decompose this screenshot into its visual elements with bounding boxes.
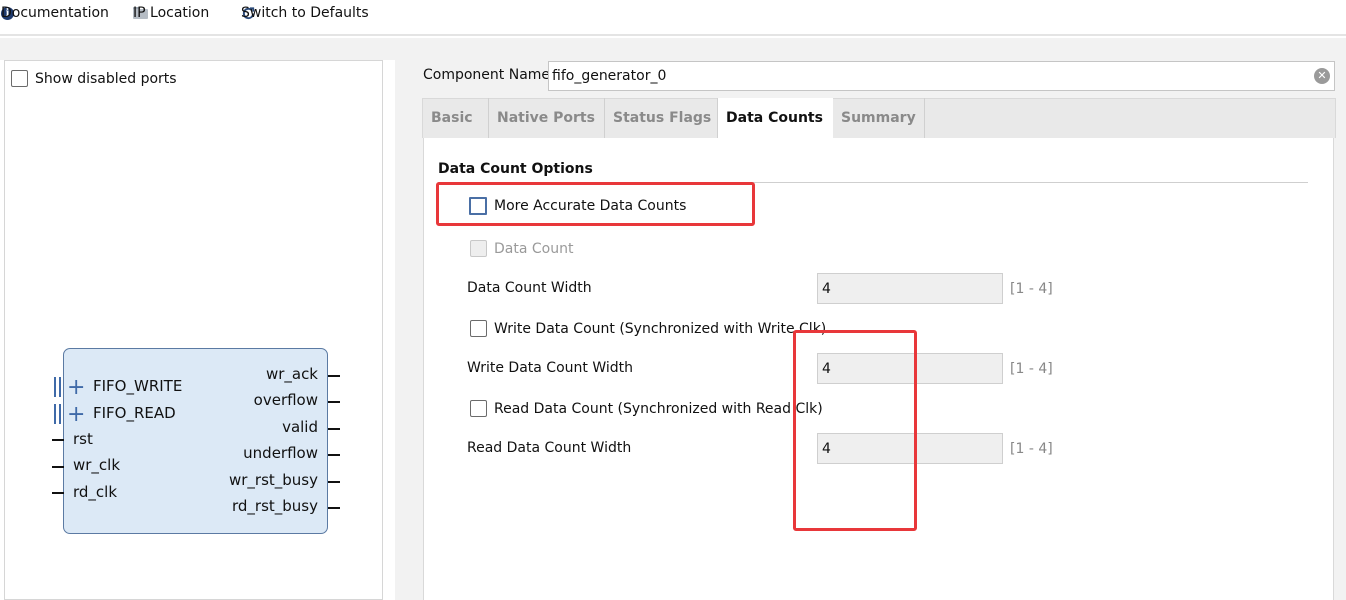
fifo-read-bus-icon: [54, 404, 61, 424]
component-name-input[interactable]: [548, 61, 1335, 91]
port-stub: [52, 466, 64, 468]
read-data-count-option[interactable]: Read Data Count (Synchronized with Read …: [470, 400, 823, 417]
port-stub: [328, 428, 340, 430]
write-data-count-label: Write Data Count (Synchronized with Writ…: [494, 320, 827, 337]
fifo-write-bus-icon: [54, 377, 61, 397]
port-stub: [328, 507, 340, 509]
port-fifo-write: FIFO_WRITE: [93, 377, 183, 395]
show-disabled-ports-option[interactable]: Show disabled ports: [11, 70, 177, 87]
tab-summary[interactable]: Summary: [833, 98, 925, 138]
port-rst: rst: [73, 430, 93, 448]
port-stub: [328, 375, 340, 377]
port-stub: [52, 439, 64, 441]
write-data-count-option[interactable]: Write Data Count (Synchronized with Writ…: [470, 320, 826, 337]
documentation-button[interactable]: i Documentation: [1, 3, 109, 23]
data-count-option: Data Count: [470, 240, 573, 257]
show-disabled-ports-label: Show disabled ports: [35, 70, 177, 87]
ip-location-label: IP Location: [133, 5, 210, 21]
show-disabled-ports-checkbox[interactable]: [11, 70, 28, 87]
data-count-width-field[interactable]: 4: [817, 273, 1003, 304]
tab-basic[interactable]: Basic: [423, 98, 489, 138]
tab-status-flags[interactable]: Status Flags: [605, 98, 718, 138]
tab-native-ports[interactable]: Native Ports: [489, 98, 605, 138]
read-data-count-label: Read Data Count (Synchronized with Read …: [494, 400, 823, 417]
tab-data-counts[interactable]: Data Counts: [718, 98, 833, 138]
read-data-count-width-field[interactable]: 4: [817, 433, 1003, 464]
write-data-count-width-label: Write Data Count Width: [467, 360, 633, 376]
component-name-label: Component Name: [423, 67, 551, 83]
port-stub: [52, 492, 64, 494]
expand-fifo-read-icon[interactable]: +: [67, 404, 85, 426]
data-count-checkbox: [470, 240, 487, 257]
switch-to-defaults-button[interactable]: Switch to Defaults: [241, 3, 369, 23]
port-stub: [328, 401, 340, 403]
read-data-count-checkbox[interactable]: [470, 400, 487, 417]
write-data-count-width-range: [1 - 4]: [1010, 361, 1053, 377]
ip-location-button[interactable]: IP Location: [133, 3, 209, 23]
read-data-count-width-label: Read Data Count Width: [467, 440, 632, 456]
more-accurate-data-counts-checkbox[interactable]: [469, 197, 487, 215]
more-accurate-data-counts-option[interactable]: More Accurate Data Counts: [469, 197, 686, 215]
port-fifo-read: FIFO_READ: [93, 404, 176, 422]
documentation-label: Documentation: [1, 5, 109, 21]
port-stub: [328, 481, 340, 483]
data-count-label: Data Count: [494, 240, 574, 257]
port-wr-clk: wr_clk: [73, 456, 121, 474]
data-count-width-label: Data Count Width: [467, 280, 592, 296]
port-valid: valid: [282, 418, 318, 436]
port-rd-rst-busy: rd_rst_busy: [231, 497, 318, 515]
expand-fifo-write-icon[interactable]: +: [67, 377, 85, 399]
clear-icon[interactable]: ✕: [1314, 68, 1330, 84]
toolbar-separator: [0, 38, 1346, 60]
more-accurate-data-counts-label: More Accurate Data Counts: [494, 198, 687, 214]
write-data-count-checkbox[interactable]: [470, 320, 487, 337]
section-divider: [438, 182, 1308, 183]
port-wr-rst-busy: wr_rst_busy: [228, 471, 318, 489]
port-rd-clk: rd_clk: [73, 483, 118, 501]
switch-to-defaults-label: Switch to Defaults: [241, 5, 369, 21]
data-count-width-range: [1 - 4]: [1010, 281, 1053, 297]
port-underflow: underflow: [243, 444, 318, 462]
toolbar: i Documentation IP Location Switch to De…: [0, 0, 1346, 36]
port-overflow: overflow: [253, 391, 318, 409]
write-data-count-width-field[interactable]: 4: [817, 353, 1003, 384]
port-wr-ack: wr_ack: [265, 365, 318, 383]
port-stub: [328, 454, 340, 456]
read-data-count-width-range: [1 - 4]: [1010, 441, 1053, 457]
section-title: Data Count Options: [438, 161, 593, 177]
